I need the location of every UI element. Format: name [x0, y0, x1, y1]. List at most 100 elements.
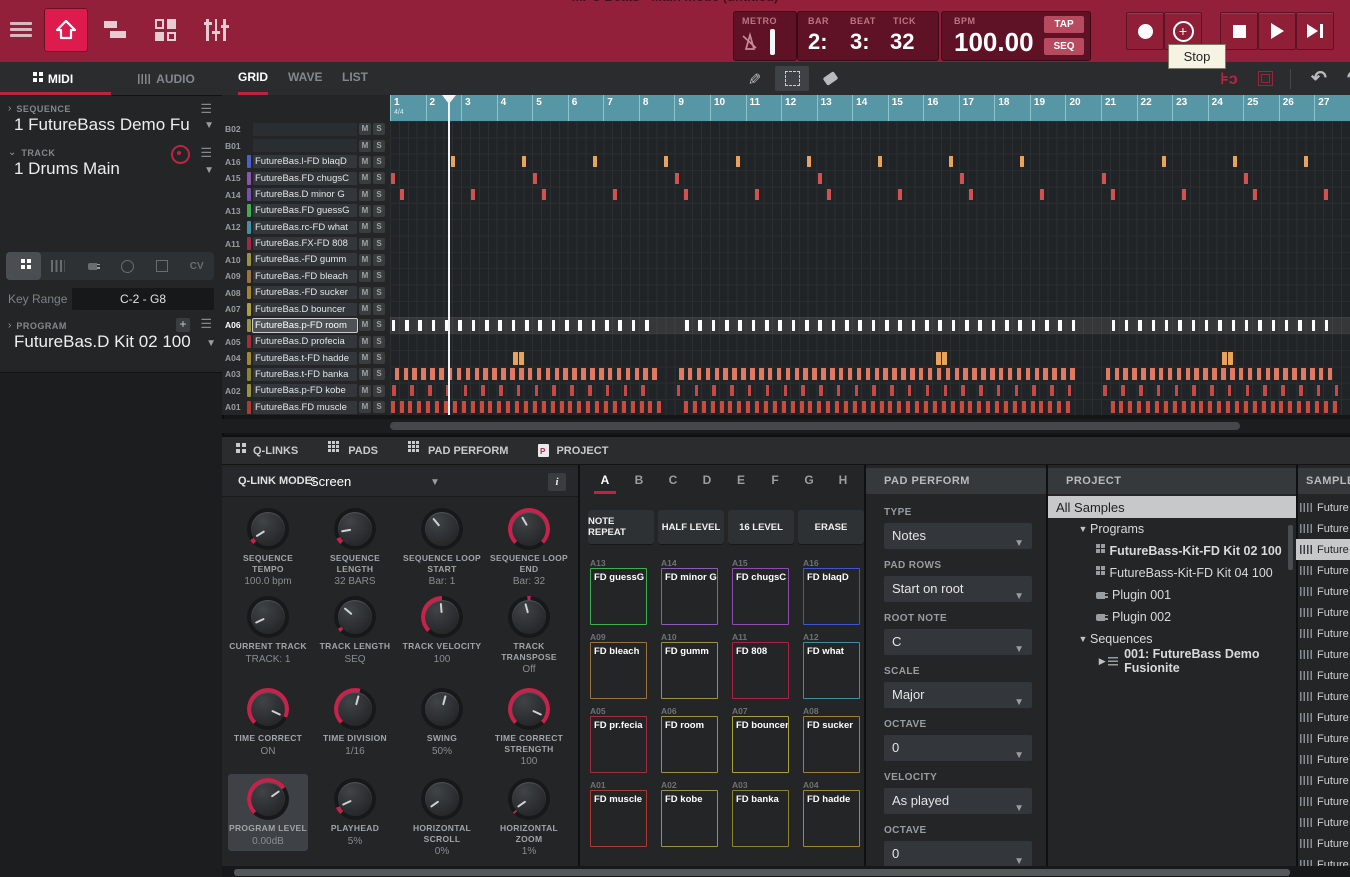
midi-note[interactable]	[570, 385, 574, 396]
midi-note[interactable]	[1017, 368, 1022, 380]
midi-note[interactable]	[830, 368, 835, 380]
track-row[interactable]: A09FutureBas.-FD bleachMS	[222, 268, 390, 284]
midi-note[interactable]	[1058, 320, 1062, 331]
track-row-name[interactable]: FutureBas.p-FD kobe	[253, 384, 357, 397]
knob-dial[interactable]	[334, 508, 376, 550]
midi-note[interactable]	[510, 368, 515, 380]
midi-note[interactable]	[1141, 368, 1146, 380]
midi-note[interactable]	[837, 385, 841, 396]
midi-note[interactable]	[1191, 401, 1195, 413]
type-plugin-button[interactable]	[75, 252, 110, 280]
bank-tab-g[interactable]: G	[796, 473, 822, 487]
midi-note[interactable]	[955, 368, 960, 380]
pad-a05[interactable]: FD pr.fecia	[590, 716, 647, 773]
midi-note[interactable]	[1301, 368, 1306, 380]
ruler-bar[interactable]: 21	[1101, 95, 1137, 121]
midi-note[interactable]	[949, 156, 953, 167]
midi-note[interactable]	[1306, 401, 1310, 413]
bank-tab-b[interactable]: B	[626, 473, 652, 487]
midi-note[interactable]	[784, 385, 788, 396]
sample-row[interactable]: Future	[1296, 749, 1350, 770]
midi-note[interactable]	[599, 368, 604, 380]
sequence-dropdown-caret[interactable]: ▼	[204, 120, 214, 131]
bottom-h-scrollbar-thumb[interactable]	[234, 869, 1290, 876]
ruler-bar[interactable]: 16	[923, 95, 959, 121]
midi-note[interactable]	[648, 401, 652, 413]
midi-note[interactable]	[928, 368, 933, 380]
sample-row[interactable]: Future	[1296, 602, 1350, 623]
ruler-bar[interactable]: 15	[888, 95, 924, 121]
bar-value[interactable]: 2:	[808, 29, 828, 55]
midi-note[interactable]	[897, 401, 901, 413]
midi-note[interactable]	[551, 401, 555, 413]
ruler-bar[interactable]: 10	[710, 95, 746, 121]
midi-note[interactable]	[1018, 320, 1022, 331]
midi-note[interactable]	[1266, 368, 1271, 380]
midi-note[interactable]	[878, 156, 882, 167]
midi-note[interactable]	[1315, 401, 1319, 413]
mute-button[interactable]: M	[359, 189, 371, 201]
midi-note[interactable]	[408, 401, 412, 413]
midi-note[interactable]	[915, 401, 919, 413]
mute-button[interactable]: M	[359, 205, 371, 217]
midi-note[interactable]	[606, 385, 610, 396]
midi-note[interactable]	[1226, 401, 1230, 413]
project-tree-item[interactable]: Plugin 001	[1048, 584, 1296, 606]
tab-midi[interactable]: MIDI	[0, 62, 111, 95]
tab-list[interactable]: LIST	[342, 62, 368, 92]
midi-note[interactable]	[412, 368, 417, 380]
knob-dial[interactable]	[508, 508, 550, 550]
midi-note[interactable]	[1253, 401, 1257, 413]
chevron-expanded-icon[interactable]: ▼	[1076, 524, 1090, 534]
midi-note[interactable]	[880, 401, 884, 413]
midi-note[interactable]	[515, 401, 519, 413]
q-link-knob[interactable]: SEQUENCE LOOP STARTBar: 1	[402, 504, 482, 587]
midi-note[interactable]	[1244, 173, 1248, 184]
pad-a15[interactable]: FD chugsC	[732, 568, 789, 625]
midi-note[interactable]	[702, 401, 706, 413]
midi-note[interactable]	[593, 156, 597, 167]
sample-row[interactable]: Future	[1296, 791, 1350, 812]
bank-tab-d[interactable]: D	[694, 473, 720, 487]
type-midi-button[interactable]	[110, 252, 145, 280]
ruler-bar[interactable]: 17	[959, 95, 995, 121]
type-clip-button[interactable]	[145, 252, 180, 280]
bank-tab-a[interactable]: A	[592, 473, 618, 494]
midi-note[interactable]	[578, 320, 582, 331]
track-row-name[interactable]: FutureBas.FD chugsC	[253, 172, 357, 185]
solo-button[interactable]: S	[373, 189, 385, 201]
ruler-bar[interactable]: 24	[1208, 95, 1244, 121]
mute-button[interactable]: M	[359, 254, 371, 266]
metronome-box[interactable]: METRO	[733, 11, 797, 61]
pad-a09[interactable]: FD bleach	[590, 642, 647, 699]
knob-dial[interactable]	[334, 778, 376, 820]
midi-note[interactable]	[908, 385, 912, 396]
midi-note[interactable]	[992, 320, 996, 331]
chevron-expanded-icon[interactable]: ▼	[1076, 634, 1090, 644]
midi-note[interactable]	[1228, 352, 1233, 365]
mute-button[interactable]: M	[359, 172, 371, 184]
bpm-value[interactable]: 100.00	[954, 27, 1034, 58]
midi-note[interactable]	[1043, 368, 1048, 380]
pad-a13[interactable]: FD guessG	[590, 568, 647, 625]
midi-note[interactable]	[538, 320, 542, 331]
pad-perform-dropdown-root-note[interactable]: C▼	[884, 629, 1032, 655]
midi-note[interactable]	[925, 320, 929, 331]
playhead-marker[interactable]	[442, 95, 456, 104]
track-record-arm-icon[interactable]	[171, 145, 190, 164]
midi-note[interactable]	[755, 401, 759, 413]
midi-note[interactable]	[439, 368, 444, 380]
midi-note[interactable]	[405, 320, 409, 331]
knob-dial[interactable]	[247, 778, 289, 820]
track-row-name[interactable]: FutureBas.p-FD room	[253, 319, 357, 332]
midi-note[interactable]	[1052, 368, 1057, 380]
pad-a14[interactable]: FD minor G	[661, 568, 718, 625]
midi-note[interactable]	[462, 401, 466, 413]
pad-button-erase[interactable]: ERASE	[798, 510, 864, 544]
track-row[interactable]: A03FutureBas.t-FD bankaMS	[222, 366, 390, 382]
midi-note[interactable]	[924, 401, 928, 413]
type-cv-button[interactable]: CV	[179, 252, 214, 280]
metro-level-fader[interactable]	[770, 29, 775, 55]
midi-note[interactable]	[738, 320, 742, 331]
midi-note[interactable]	[542, 189, 546, 200]
